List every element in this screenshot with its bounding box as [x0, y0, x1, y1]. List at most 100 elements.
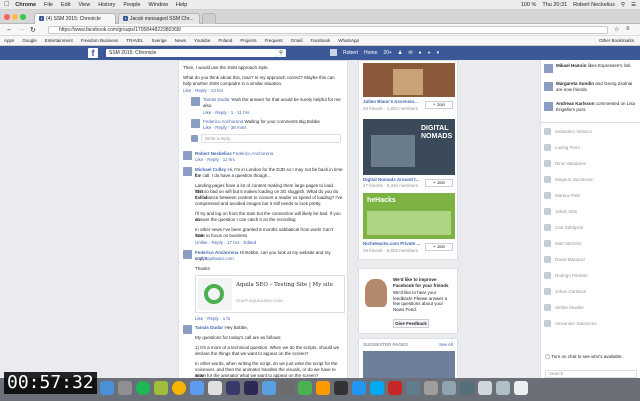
back-icon[interactable]: ←: [6, 26, 13, 33]
facebook-logo[interactable]: f: [88, 48, 98, 58]
comment-meta[interactable]: Like · Reply · 1 hr: [195, 316, 343, 322]
chat-contact[interactable]: David Marquez: [544, 256, 585, 263]
avatar[interactable]: [183, 167, 192, 176]
user-name[interactable]: Robert Neckelius: [573, 2, 615, 8]
app-icon[interactable]: [460, 381, 474, 395]
dropdown-icon[interactable]: ▾: [437, 50, 440, 56]
profile-avatar[interactable]: [330, 49, 337, 56]
other-bookmarks[interactable]: Other Bookmarks: [599, 38, 634, 43]
chat-notice[interactable]: ◯ Turn on chat to see who's available.: [545, 354, 637, 360]
comment-meta[interactable]: Like · Reply · 11 hrs: [195, 157, 343, 163]
evernote-icon[interactable]: [154, 381, 168, 395]
premiere-icon[interactable]: [226, 381, 240, 395]
menu-icon[interactable]: ≡: [626, 26, 630, 32]
app-icon[interactable]: [280, 381, 294, 395]
avatar[interactable]: [191, 119, 200, 128]
comment-link[interactable]: staff.aquilaseo.com: [195, 256, 343, 262]
messages-icon[interactable]: ✉: [408, 50, 412, 56]
menu-app[interactable]: Chrome: [15, 2, 36, 8]
menu-history[interactable]: History: [98, 2, 115, 8]
comment-meta[interactable]: Like · Reply · 38 mins: [203, 125, 343, 131]
clock[interactable]: Thu 20:31: [542, 2, 567, 8]
minimize-window-icon[interactable]: [12, 14, 18, 20]
chat-contact[interactable]: Ludvig Pioro: [544, 144, 580, 151]
comment-author[interactable]: Federico Anchorena: [203, 119, 243, 124]
bookmark-news[interactable]: News: [175, 38, 186, 43]
menu-edit[interactable]: Edit: [61, 2, 70, 8]
forward-icon[interactable]: →: [18, 26, 25, 33]
comment-tag[interactable]: Federico Anchorena: [233, 151, 273, 156]
reply-input[interactable]: Write a reply...: [201, 134, 341, 143]
bookmark-frequent[interactable]: Frequent: [265, 38, 283, 43]
menu-help[interactable]: Help: [176, 2, 187, 8]
app-icon[interactable]: [478, 381, 492, 395]
tab-ssm-chronicle[interactable]: f (4) SSM 2015: Chronicle: [34, 13, 116, 24]
menu-file[interactable]: File: [44, 2, 53, 8]
comment-author[interactable]: Tamás Dudar: [203, 97, 230, 102]
kindle-icon[interactable]: [334, 381, 348, 395]
comment-author[interactable]: Federico Anchorena: [195, 250, 238, 255]
bookmark-freedom-business[interactable]: Freedom Business: [81, 38, 119, 43]
launchpad-icon[interactable]: [118, 381, 132, 395]
ticker-item[interactable]: Mikael Hamrin likes Expressen's link.: [556, 63, 638, 69]
chat-contact[interactable]: Markus Pele: [544, 192, 580, 199]
bookmark-google[interactable]: Google: [22, 38, 37, 43]
spotify-icon[interactable]: [136, 381, 150, 395]
group-image-nichehacks[interactable]: heHacks: [363, 193, 455, 239]
globe-icon[interactable]: ●: [419, 50, 422, 56]
bookmark-poland[interactable]: Poland: [218, 38, 232, 43]
maximize-window-icon[interactable]: [20, 14, 26, 20]
join-button[interactable]: + Join: [425, 179, 453, 187]
comment-meta[interactable]: Unlike · Reply · 17 hrs · Edited: [195, 240, 343, 246]
chat-contact[interactable]: Jakob Sitte: [544, 208, 577, 215]
comment-meta[interactable]: Like · Reply · 1 · 11 hrs: [203, 110, 343, 116]
group-image-palace[interactable]: [363, 63, 455, 97]
tab-jacob-messaged[interactable]: f Jacob messaged SSM Chr...: [118, 13, 200, 24]
chat-contact[interactable]: Sebastien Velasco: [544, 128, 592, 135]
trash-icon[interactable]: [514, 381, 528, 395]
ticker-item[interactable]: Margareta Sundin and Georg Zsolnai are n…: [556, 81, 638, 92]
avatar[interactable]: [191, 97, 200, 106]
link-preview[interactable]: Aquila SEO – Testing Site | My site STAF…: [195, 275, 345, 313]
chat-contact[interactable]: Matt Stenzler: [544, 240, 582, 247]
comment-author[interactable]: Tamás Dudar: [195, 325, 223, 330]
comment-author[interactable]: Michael Culley: [195, 167, 226, 172]
ticker-item[interactable]: Andreas Karlsson commented on Lisa Engel…: [556, 101, 638, 112]
home-link[interactable]: Home: [364, 50, 377, 56]
chat-contact[interactable]: Rodrigo Panetto: [544, 272, 588, 279]
app-icon[interactable]: [262, 381, 276, 395]
join-button[interactable]: + Join: [425, 243, 453, 251]
facebook-search-input[interactable]: SSM 2015: Chronicle: [106, 49, 276, 57]
friends-icon[interactable]: ♟: [398, 50, 402, 56]
new-tab-button[interactable]: [202, 13, 216, 24]
close-window-icon[interactable]: [4, 14, 10, 20]
filezilla-icon[interactable]: [388, 381, 402, 395]
give-feedback-button[interactable]: Give Feedback: [393, 319, 429, 328]
chat-contact[interactable]: Alexander Salomons: [544, 320, 597, 327]
folder-icon[interactable]: [496, 381, 510, 395]
bookmark-apps[interactable]: Apps: [4, 38, 14, 43]
app-icon[interactable]: [406, 381, 420, 395]
bookmark-gmail[interactable]: Gmail: [291, 38, 303, 43]
star-icon[interactable]: ☆: [614, 26, 619, 33]
group-image-nomads[interactable]: DIGITAL NOMADS: [363, 119, 455, 175]
menu-people[interactable]: People: [123, 2, 140, 8]
chat-contact[interactable]: Stefan Mueller: [544, 304, 584, 311]
chat-contact[interactable]: Carl Dahlqvist: [544, 224, 583, 231]
skype-icon[interactable]: [190, 381, 204, 395]
see-all-link[interactable]: See All: [439, 342, 453, 347]
join-button[interactable]: + Join: [425, 101, 453, 109]
finder-icon[interactable]: [100, 381, 114, 395]
comment-author[interactable]: Robert Neckelius: [195, 151, 232, 156]
suggested-page-image[interactable]: [363, 351, 455, 379]
bookmark-projects[interactable]: Projects: [240, 38, 256, 43]
avatar[interactable]: [183, 151, 192, 160]
post-meta[interactable]: Like · Reply · 13 hrs: [183, 88, 343, 94]
avatar[interactable]: [544, 82, 553, 91]
avatar[interactable]: [544, 102, 553, 111]
bookmark-youtube[interactable]: Youtube: [194, 38, 210, 43]
app-icon[interactable]: [370, 381, 384, 395]
calendar-icon[interactable]: [208, 381, 222, 395]
list-icon[interactable]: ☰: [631, 2, 636, 8]
avatar[interactable]: [544, 64, 553, 73]
